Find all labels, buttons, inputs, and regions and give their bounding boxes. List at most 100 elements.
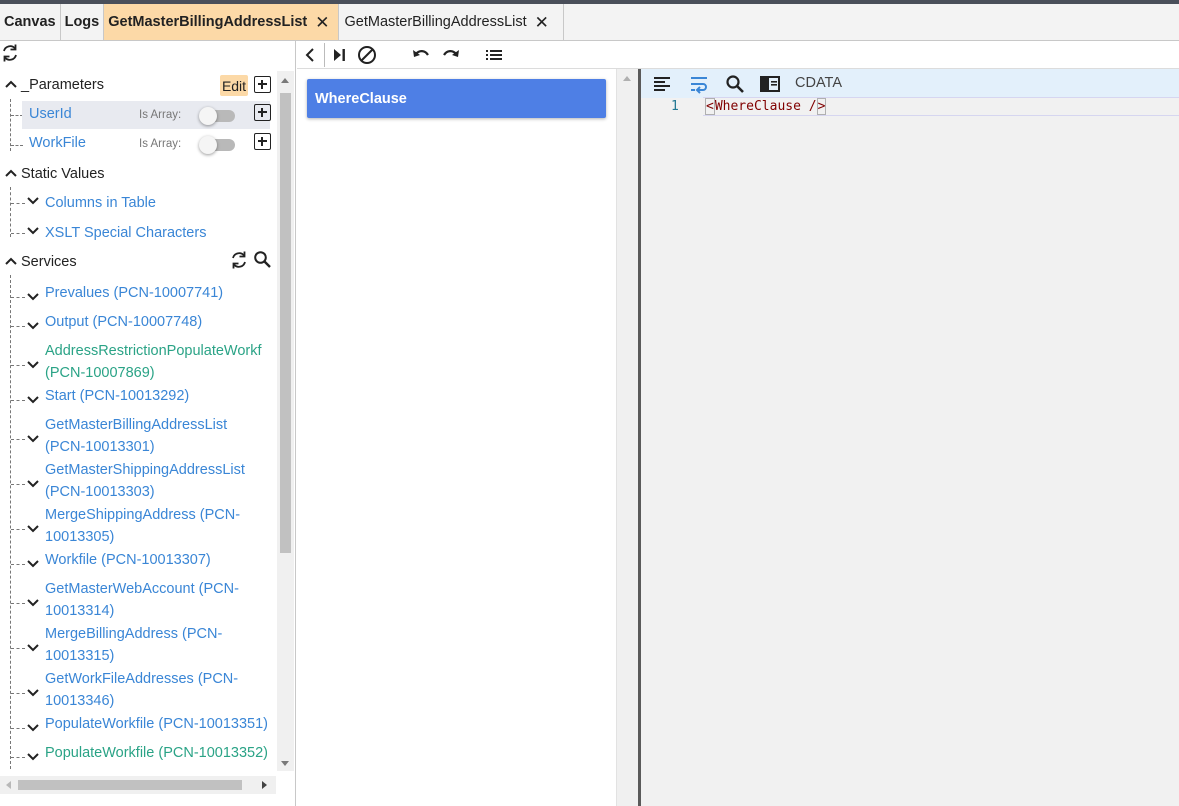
align-left-icon[interactable]	[651, 73, 673, 95]
tree-guide	[11, 439, 25, 440]
add-icon[interactable]	[254, 133, 271, 150]
service-item-label[interactable]: MergeBillingAddress (PCN-	[45, 623, 222, 645]
tree-guide	[11, 564, 25, 565]
scroll-up-icon[interactable]	[281, 78, 289, 83]
undo-icon[interactable]	[410, 44, 432, 66]
service-item-label[interactable]: PopulateWorkfile (PCN-10013352)	[45, 742, 268, 764]
chevron-down-icon[interactable]	[26, 479, 40, 489]
service-item-label[interactable]: 10013346)	[45, 690, 114, 712]
refresh-icon[interactable]	[0, 43, 20, 63]
parameter-name[interactable]: UserId	[29, 106, 72, 122]
edit-parameters-button[interactable]: Edit	[220, 75, 248, 96]
service-item-label[interactable]: 10013305)	[45, 526, 114, 548]
service-item-label[interactable]: (PCN-10013301)	[45, 436, 155, 458]
service-item-label[interactable]: 10013314)	[45, 600, 114, 622]
chevron-up-icon[interactable]	[4, 168, 18, 178]
list-icon[interactable]	[483, 44, 505, 66]
chevron-down-icon[interactable]	[26, 723, 40, 733]
scroll-down-icon[interactable]	[281, 761, 289, 766]
service-item-label[interactable]: MergeShippingAddress (PCN-	[45, 504, 240, 526]
parameters-section-label: _Parameters	[21, 77, 105, 93]
bracket-close: >	[816, 98, 827, 115]
scroll-left-icon[interactable]	[6, 781, 11, 789]
sidebar-panel-icon[interactable]	[759, 73, 781, 95]
step-forward-icon[interactable]	[328, 44, 350, 66]
tree-guide	[11, 400, 25, 401]
is-array-label: Is Array:	[139, 109, 182, 121]
chevron-left-icon[interactable]	[299, 44, 321, 66]
sidebar-horizontal-scrollbar[interactable]	[0, 776, 276, 794]
service-item-label[interactable]: PopulateWorkfile (PCN-10013351)	[45, 713, 268, 735]
scroll-up-icon[interactable]	[623, 76, 631, 81]
is-array-toggle[interactable]	[199, 107, 235, 125]
cancel-icon[interactable]	[356, 44, 378, 66]
service-item-label[interactable]: 10013315)	[45, 645, 114, 667]
chevron-down-icon[interactable]	[26, 524, 40, 534]
sidebar-vertical-scrollbar[interactable]	[277, 71, 294, 771]
chevron-up-icon[interactable]	[4, 256, 18, 266]
service-item-label[interactable]: Start (PCN-10013292)	[45, 385, 189, 407]
tab-label: Canvas	[4, 14, 56, 30]
chevron-down-icon[interactable]	[26, 752, 40, 762]
tree-guide	[11, 648, 25, 649]
tree-guide	[11, 728, 25, 729]
parameter-row-workfile[interactable]: WorkFile Is Array:	[22, 130, 270, 158]
chevron-down-icon[interactable]	[26, 434, 40, 444]
tab-bar: Canvas Logs GetMasterBillingAddressList …	[0, 4, 1179, 41]
close-icon[interactable]: ✕	[535, 14, 549, 31]
chevron-down-icon[interactable]	[26, 559, 40, 569]
parameter-name[interactable]: WorkFile	[29, 135, 86, 151]
tab-logs[interactable]: Logs	[61, 4, 105, 40]
chevron-down-icon[interactable]	[26, 292, 40, 302]
add-parameter-icon[interactable]	[254, 76, 271, 93]
cdata-toggle[interactable]: CDATA	[795, 75, 842, 91]
chevron-down-icon[interactable]	[26, 643, 40, 653]
service-item-label[interactable]: GetMasterWebAccount (PCN-	[45, 578, 239, 600]
service-item-label[interactable]: Output (PCN-10007748)	[45, 311, 202, 333]
service-item-label[interactable]: GetMasterShippingAddressList	[45, 459, 245, 481]
is-array-label: Is Array:	[139, 138, 182, 150]
refresh-services-icon[interactable]	[229, 250, 249, 270]
chevron-down-icon[interactable]	[26, 598, 40, 608]
service-item-label[interactable]: AddressRestrictionPopulateWorkf	[45, 340, 262, 362]
add-icon[interactable]	[254, 104, 271, 121]
tab-get-master-billing-address-list[interactable]: GetMasterBillingAddressList ✕	[339, 4, 564, 40]
scrollbar-thumb[interactable]	[280, 93, 291, 553]
code-content: WhereClause /	[714, 99, 817, 114]
is-array-toggle[interactable]	[199, 136, 235, 154]
tree-guide	[11, 757, 25, 758]
canvas-toolbar	[297, 41, 1179, 69]
parameter-row-userid[interactable]: UserId Is Array:	[22, 101, 270, 129]
static-value-xslt-special-characters[interactable]: XSLT Special Characters	[45, 222, 206, 244]
tab-get-master-billing-address-list-active[interactable]: GetMasterBillingAddressList ✕	[104, 4, 339, 40]
search-icon[interactable]	[253, 250, 272, 269]
tab-canvas[interactable]: Canvas	[0, 4, 61, 40]
tree-guide	[10, 275, 11, 769]
canvas-panel: WhereClause	[297, 69, 616, 806]
service-item-label[interactable]: (PCN-10013303)	[45, 481, 155, 503]
word-wrap-icon[interactable]	[688, 73, 710, 95]
chevron-down-icon[interactable]	[26, 688, 40, 698]
whereclause-block[interactable]: WhereClause	[307, 79, 606, 118]
service-item-label[interactable]: (PCN-10007869)	[45, 362, 155, 384]
redo-icon[interactable]	[440, 44, 462, 66]
code-line-text[interactable]: <WhereClause />	[705, 98, 827, 115]
canvas-vertical-scrollbar[interactable]	[616, 69, 638, 806]
static-value-columns-in-table[interactable]: Columns in Table	[45, 192, 156, 214]
chevron-up-icon[interactable]	[4, 79, 18, 89]
close-icon[interactable]: ✕	[315, 14, 329, 31]
code-editor-panel: CDATA 1 <WhereClause />	[641, 69, 1179, 806]
service-item-label[interactable]: Workfile (PCN-10013307)	[45, 549, 211, 571]
service-item-label[interactable]: Prevalues (PCN-10007741)	[45, 282, 223, 304]
search-icon[interactable]	[724, 73, 746, 95]
chevron-down-icon[interactable]	[26, 196, 40, 206]
service-item-label[interactable]: GetWorkFileAddresses (PCN-	[45, 668, 238, 690]
chevron-down-icon[interactable]	[26, 226, 40, 236]
chevron-down-icon[interactable]	[26, 321, 40, 331]
tree-guide	[11, 203, 25, 204]
chevron-down-icon[interactable]	[26, 395, 40, 405]
chevron-down-icon[interactable]	[26, 360, 40, 370]
scrollbar-thumb[interactable]	[18, 780, 242, 790]
service-item-label[interactable]: GetMasterBillingAddressList	[45, 414, 227, 436]
scroll-right-icon[interactable]	[262, 781, 267, 789]
